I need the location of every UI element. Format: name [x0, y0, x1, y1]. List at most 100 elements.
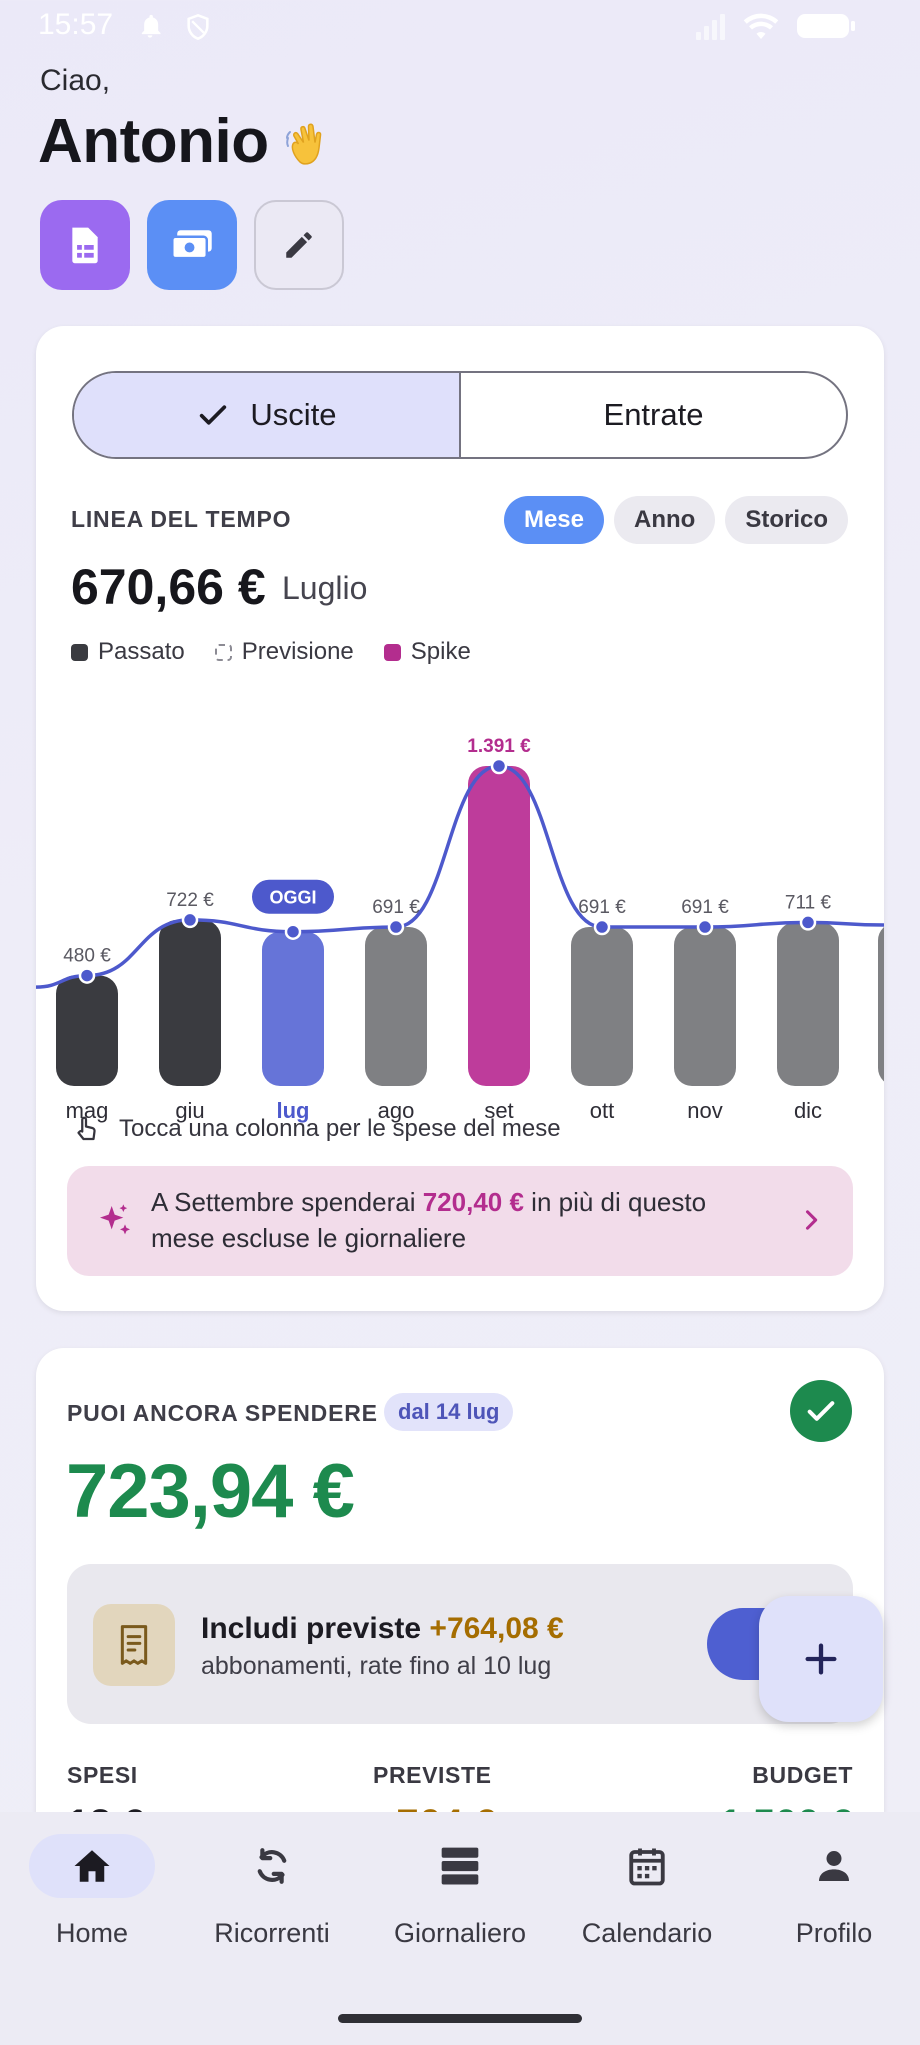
shield-icon: [187, 13, 209, 41]
segment-expenses-label: Uscite: [250, 397, 337, 432]
chart-tick-label: ott: [590, 1098, 614, 1123]
receipt-icon-wrapper: [93, 1604, 175, 1686]
chart-bar-ago[interactable]: [365, 927, 427, 1086]
chart-point-lug: [284, 923, 302, 940]
chart-bar-set[interactable]: [468, 766, 530, 1086]
nav-profile-label: Profilo: [795, 1918, 873, 1948]
chart-data-label: 722 €: [166, 890, 214, 911]
chart-point-giu: [181, 911, 199, 929]
nav-calendar-label: Calendario: [581, 1918, 713, 1948]
nav-calendar[interactable]: Calendario: [555, 1834, 739, 1949]
nav-home-pill: [29, 1834, 155, 1898]
segment-income[interactable]: Entrate: [461, 373, 846, 457]
home-icon: [74, 1850, 110, 1882]
chart-bar-ott[interactable]: [571, 927, 633, 1086]
nav-recurring[interactable]: Ricorrenti: [180, 1834, 364, 1949]
legend-spike-swatch: [383, 643, 401, 661]
notification-bell-icon: [141, 14, 161, 38]
edit-action-button[interactable]: [254, 200, 344, 290]
include-planned-title: Includi previste +764,08 €: [201, 1612, 564, 1646]
check-icon: [200, 405, 227, 425]
insight-amount: 720,40 €: [422, 1187, 524, 1217]
signal-icon: [696, 14, 725, 40]
chart-bar-mag[interactable]: [56, 975, 118, 1086]
timeline-label: LINEA DEL TEMPO: [71, 506, 292, 532]
chart-data-label: 691 €: [578, 897, 626, 918]
date-chip: dal 14 lug: [384, 1393, 514, 1431]
nav-daily[interactable]: Giornaliero: [368, 1834, 552, 1949]
nav-home-label: Home: [55, 1918, 129, 1948]
legend-forecast-swatch: [214, 643, 232, 661]
today-badge-text: OGGI: [269, 888, 316, 908]
receipt-icon: [120, 1625, 148, 1665]
tab-month[interactable]: Mese: [503, 496, 604, 544]
chart-tick-label: dic: [794, 1098, 822, 1123]
waving-hand-icon: [286, 123, 322, 165]
month-amount: 670,66 €: [71, 559, 266, 615]
available-amount: 723,94 €: [66, 1449, 355, 1534]
chart-data-label: 691 €: [681, 897, 729, 918]
chart-point-set: [490, 757, 508, 775]
chart-bar-lug[interactable]: [262, 931, 324, 1086]
add-transaction-button[interactable]: [759, 1596, 883, 1722]
tab-history[interactable]: Storico: [725, 496, 848, 544]
stat-budget-label: BUDGET: [752, 1762, 853, 1788]
bottom-navigation: Home Ricorrenti Giornaliero Calendario P…: [0, 1812, 920, 2045]
insight-prefix: A Settembre spenderai: [151, 1187, 423, 1217]
legend-spike: Spike: [383, 638, 471, 666]
nav-daily-pill: [397, 1834, 523, 1898]
tap-hand-icon: [77, 1116, 96, 1141]
wifi-icon: [743, 13, 779, 39]
chart-data-label: 711 €: [785, 892, 832, 913]
legend-past-label: Passato: [98, 638, 185, 665]
chart-legend: Passato Previsione Spike: [71, 638, 501, 666]
document-action-button[interactable]: [40, 200, 130, 290]
chevron-right-icon: [805, 1210, 818, 1230]
battery-icon: [797, 14, 855, 38]
segment-income-label: Entrate: [603, 397, 704, 432]
sparkle-icon: [100, 1204, 130, 1235]
period-tabs: Mese Anno Storico: [503, 496, 848, 544]
nav-recurring-pill: [209, 1834, 335, 1898]
nav-recurring-label: Ricorrenti: [214, 1918, 330, 1948]
nav-profile[interactable]: Profilo: [742, 1834, 920, 1949]
include-planned-subtitle: abbonamenti, rate fino al 10 lug: [201, 1652, 552, 1680]
document-icon: [72, 227, 98, 264]
include-planned-amount: +764,08 €: [429, 1612, 564, 1645]
chart-data-label: 1.391 €: [467, 736, 531, 757]
nav-calendar-pill: [584, 1834, 710, 1898]
tab-year[interactable]: Anno: [614, 496, 716, 544]
chart-data-label: 480 €: [63, 946, 111, 967]
money-action-button[interactable]: [147, 200, 237, 290]
user-name: Antonio: [38, 107, 269, 176]
insight-banner[interactable]: A Settembre spenderai 720,40 € in più di…: [67, 1166, 853, 1276]
chart-bar-next-partial: [878, 927, 884, 1082]
chart-point-dic: [799, 914, 817, 931]
pencil-icon: [286, 232, 312, 258]
check-icon: [807, 1401, 835, 1421]
include-planned-row[interactable]: Includi previste +764,08 € abbonamenti, …: [67, 1564, 853, 1724]
chart-hint: Tocca una colonna per le spese del mese: [71, 1114, 561, 1144]
timeline-chart: mag480 €giu722 €lugOGGIago691 €set1.391 …: [36, 736, 884, 1123]
home-indicator: [338, 2014, 582, 2023]
segment-expenses[interactable]: Uscite: [74, 373, 461, 457]
chart-point-ago: [387, 918, 405, 936]
stat-spent-label: SPESI: [67, 1762, 138, 1788]
status-time: 15:57: [38, 8, 114, 41]
chart-tick-label: nov: [687, 1098, 722, 1123]
today-badge: OGGI: [252, 879, 334, 914]
chart-data-label: 691 €: [372, 897, 420, 918]
sync-icon: [257, 1848, 287, 1884]
chart-point-mag: [78, 967, 96, 984]
type-segmented-control: Uscite Entrate: [72, 371, 848, 459]
include-planned-title-text: Includi previste: [201, 1612, 422, 1645]
plus-icon: [805, 1643, 837, 1675]
chart-bar-giu[interactable]: [159, 919, 221, 1086]
chart-bar-dic[interactable]: [777, 922, 839, 1086]
nav-daily-label: Giornaliero: [393, 1918, 527, 1948]
chart-bar-nov[interactable]: [674, 927, 736, 1086]
nav-home[interactable]: Home: [0, 1834, 184, 1949]
chart-hint-text: Tocca una colonna per le spese del mese: [119, 1115, 561, 1142]
calendar-icon: [629, 1848, 665, 1886]
person-icon: [819, 1851, 849, 1881]
